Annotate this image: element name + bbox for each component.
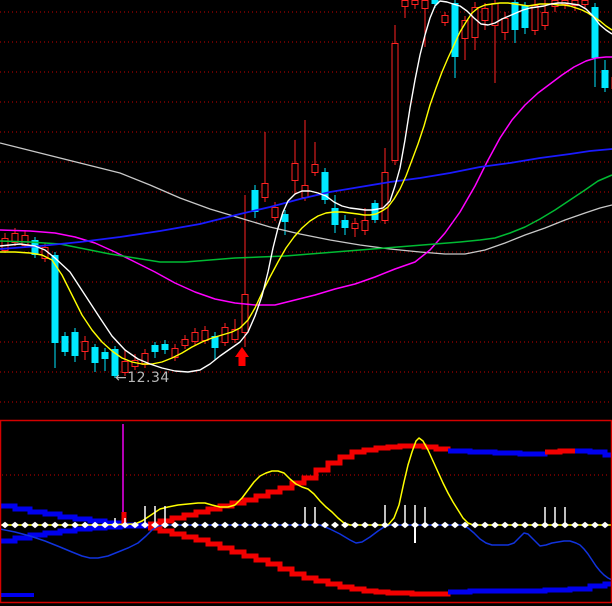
stock-chart: ←12.34 [0,0,612,606]
price-low-annotation: ←12.34 [115,370,170,386]
chart-canvas [0,0,612,606]
